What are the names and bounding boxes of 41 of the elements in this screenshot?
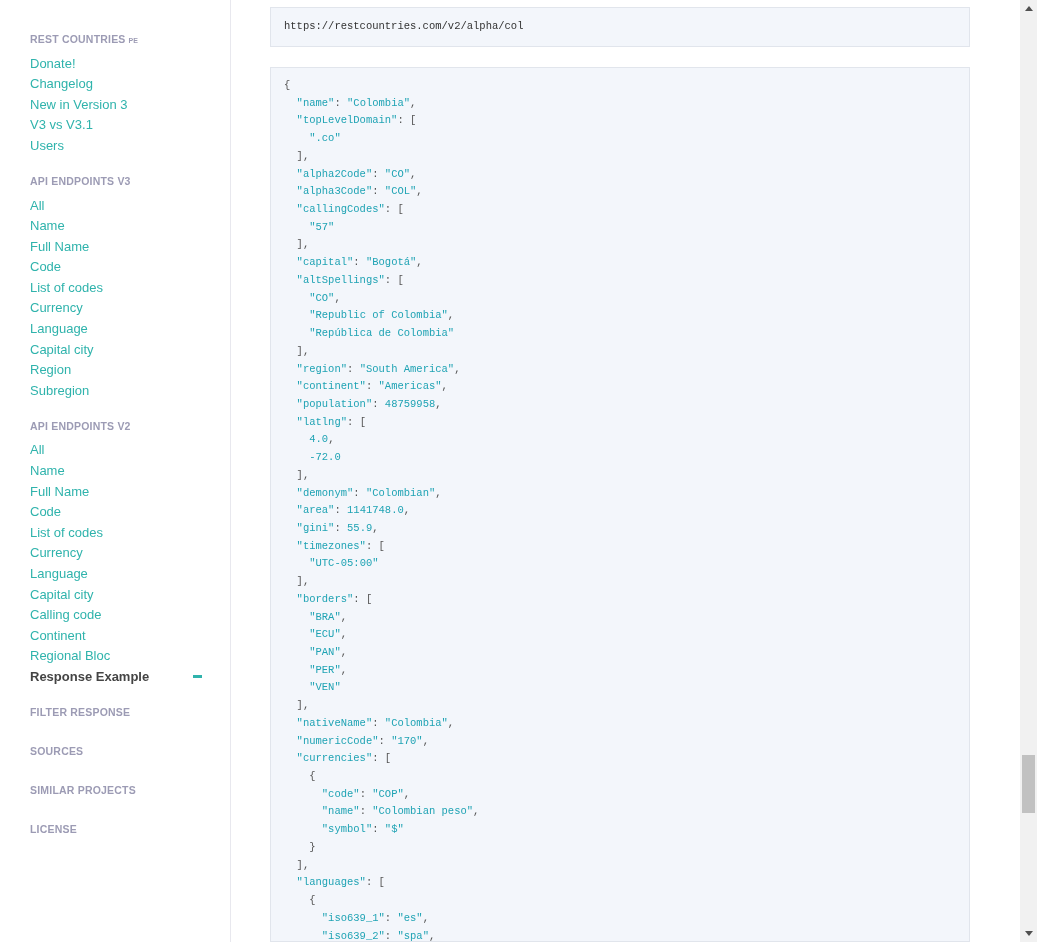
- nav-link[interactable]: Full Name: [30, 236, 90, 257]
- nav-link[interactable]: Donate!: [30, 53, 76, 74]
- nav-link[interactable]: List of codes: [30, 522, 103, 543]
- nav-link[interactable]: Regional Bloc: [30, 646, 111, 666]
- nav-link[interactable]: Full Name: [30, 481, 90, 502]
- nav-link[interactable]: Changelog: [30, 74, 93, 94]
- nav-link[interactable]: Code: [30, 257, 62, 277]
- collapse-icon[interactable]: [193, 675, 202, 679]
- scroll-up-icon[interactable]: [1024, 6, 1033, 11]
- nav-link[interactable]: Name: [30, 216, 65, 236]
- section-heading[interactable]: REST COUNTRIES: [30, 32, 126, 48]
- nav-link[interactable]: Language: [30, 319, 88, 339]
- url-code-block: https://restcountries.com/v2/alpha/col: [270, 7, 970, 47]
- nav-link[interactable]: Code: [30, 502, 62, 522]
- section-heading[interactable]: SOURCES: [30, 744, 84, 760]
- scrollbar-thumb[interactable]: [1022, 755, 1035, 813]
- nav-link[interactable]: List of codes: [30, 277, 103, 298]
- nav-link[interactable]: Continent: [30, 625, 86, 646]
- nav-link[interactable]: New in Version 3: [30, 94, 128, 115]
- nav-link[interactable]: All: [30, 440, 45, 460]
- section-heading[interactable]: SIMILAR PROJECTS: [30, 783, 136, 799]
- nav-link[interactable]: Capital city: [30, 584, 94, 605]
- json-code-block: { "name": "Colombia", "topLevelDomain": [ ".co" ], "alpha2Code": "CO", "alpha3Code": "COL", "callingCodes": [ "57" ], "capital": "Bogotá", "altSpellings": [ "CO", "Republic of Colombia", "República de Colombia" ], "region": "South America", "continent": "Americas", "population": 48759958, "latlng": [ 4.0, -72.0 ], "demonym": "Colombian", "area": 1141748.0, "gini": 55.9, "timezones": [ "UTC-05:00" ], "borders": [ "BRA", "ECU", "PAN", "PER", "VEN" ], "nativeName": "Colombia", "numericCode": "170", "currencies": [ { "code": "COP", "name": "Colombian peso", "symbol": "$" } ], "languages": [ { "iso639_1": "es", "iso639_2": "spa",: [270, 67, 970, 942]
- section-heading[interactable]: API ENDPOINTS V3: [30, 173, 131, 190]
- nav-link[interactable]: Subregion: [30, 380, 90, 401]
- nav-link[interactable]: Currency: [30, 298, 83, 318]
- section-heading[interactable]: API ENDPOINTS V2: [30, 418, 131, 435]
- section-heading[interactable]: LICENSE: [30, 822, 77, 838]
- section-heading[interactable]: FILTER RESPONSE: [30, 705, 131, 721]
- scroll-down-icon[interactable]: [1024, 931, 1033, 936]
- nav-link[interactable]: Language: [30, 564, 88, 584]
- nav-link[interactable]: Name: [30, 461, 65, 481]
- nav-link[interactable]: Currency: [30, 543, 83, 563]
- nav-link[interactable]: Response Example: [30, 667, 150, 687]
- nav-link[interactable]: Region: [30, 360, 72, 380]
- nav-link[interactable]: V3 vs V3.1: [30, 115, 93, 135]
- nav-link[interactable]: Capital city: [30, 339, 94, 360]
- nav-link[interactable]: All: [30, 195, 45, 215]
- nav-link[interactable]: Users: [30, 135, 64, 156]
- scrollbar[interactable]: [1020, 0, 1037, 942]
- nav-link[interactable]: Calling code: [30, 605, 102, 625]
